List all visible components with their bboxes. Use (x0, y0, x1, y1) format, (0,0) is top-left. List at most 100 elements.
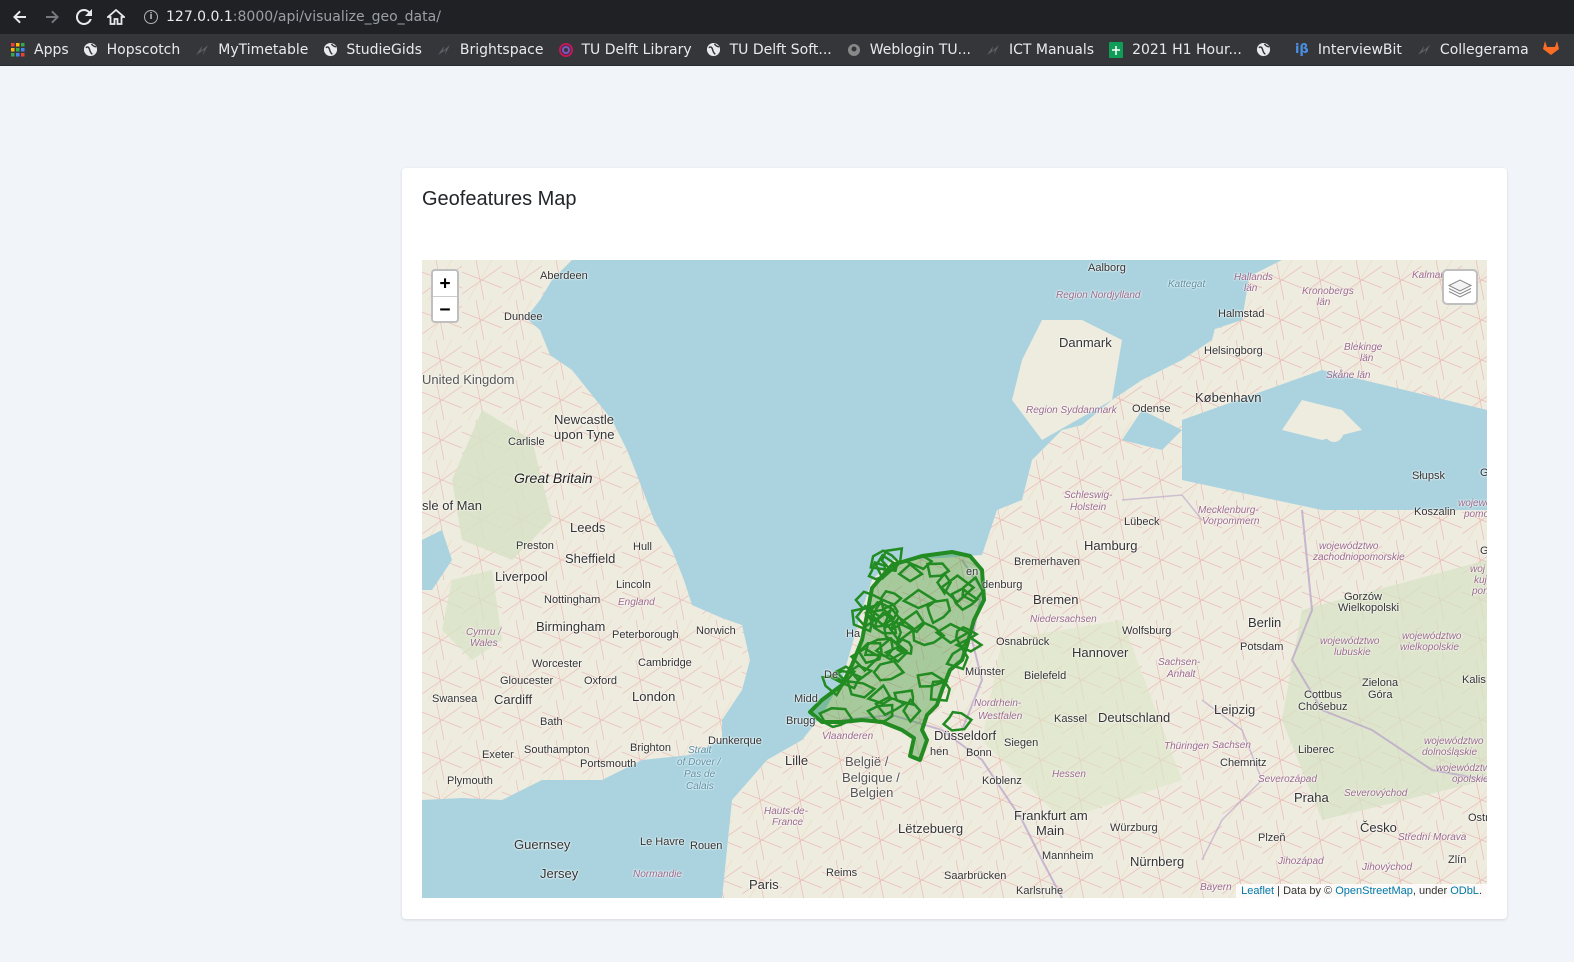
gitlab-icon[interactable] (1542, 40, 1559, 59)
map-label-westfalen: Westfalen (978, 711, 1023, 722)
back-button[interactable] (4, 0, 36, 34)
map-label-leeds: Leeds (570, 520, 606, 535)
map-label-lubeck: Lübeck (1124, 516, 1160, 528)
map-label-vorpommern: Vorpommern (1202, 516, 1260, 527)
map-label-london: London (632, 689, 676, 704)
address-bar[interactable]: i 127.0.0.1:8000/api/visualize_geo_data/ (144, 3, 441, 31)
map-label-southampton: Southampton (524, 744, 590, 756)
map-label-liverpool: Liverpool (495, 569, 548, 584)
bookmark-weblogin-tu[interactable]: Weblogin TU... (846, 42, 971, 58)
url-text[interactable]: 127.0.0.1:8000/api/visualize_geo_data/ (166, 9, 441, 25)
bookmark-interviewbit[interactable]: iβ InterviewBit (1294, 42, 1402, 58)
map-label-upon-tyne: upon Tyne (554, 427, 615, 442)
bookmark-ict-manuals[interactable]: ICT Manuals (985, 42, 1094, 58)
bookmark-label: Hopscotch (106, 41, 181, 58)
map-label-hessen: Hessen (1052, 769, 1086, 780)
map-label-belgique: Belgique / (842, 770, 900, 785)
bookmark-label: InterviewBit (1317, 41, 1402, 58)
map-label-brighton: Brighton (630, 742, 671, 754)
map-label-bielefeld: Bielefeld (1024, 670, 1067, 682)
map-label-lille: Lille (785, 753, 809, 768)
map-label-calais: Calais (686, 781, 714, 792)
map-label-g-edge2: G (1480, 545, 1487, 557)
map-label-odense: Odense (1132, 403, 1171, 415)
home-icon (107, 9, 125, 25)
map-label-belgie: België / (845, 754, 889, 769)
attribution-sep: | Data by © (1274, 885, 1336, 897)
map-label-karlsruhe: Karlsruhe (1016, 885, 1064, 897)
url-host: 127.0.0.1 (166, 9, 233, 25)
map-label-zielona: Zielona (1362, 677, 1399, 689)
map-label-preston: Preston (516, 540, 554, 552)
bookmark-label: TU Delft Soft... (729, 41, 832, 58)
leaflet-link[interactable]: Leaflet (1241, 885, 1274, 897)
map-card: Geofeatures Map Aberdeen Dundee United K… (402, 168, 1507, 919)
globe-icon (1256, 42, 1272, 58)
layers-control-button[interactable] (1442, 269, 1478, 305)
map-label-skane: Skåne län (1326, 370, 1371, 381)
map-label-lincoln: Lincoln (616, 579, 651, 591)
map-label-plzen: Plzeň (1258, 832, 1286, 844)
sheets-icon (1108, 41, 1124, 58)
bookmark-collegerama[interactable]: Collegerama (1416, 42, 1529, 58)
map-label-dolnoslaskie-1: województwo (1424, 736, 1484, 747)
reload-button[interactable] (68, 0, 100, 34)
layers-icon (1447, 279, 1473, 298)
bookmark-label: MyTimetable (218, 41, 309, 58)
tu-delft-icon (985, 42, 1001, 58)
bookmark-apps[interactable]: Apps (10, 42, 69, 58)
map-label-uk: United Kingdom (422, 372, 515, 387)
map-label-nottingham: Nottingham (544, 594, 601, 606)
map-label-belgien: Belgien (850, 785, 894, 800)
map-label-great-britain: Great Britain (514, 470, 593, 486)
map-label-jersey: Jersey (540, 866, 579, 881)
map-label-leipzig: Leipzig (1214, 702, 1256, 717)
zoom-out-button[interactable]: − (433, 296, 457, 321)
map-label-dunkerque: Dunkerque (708, 735, 762, 747)
map-label-paris: Paris (749, 877, 779, 892)
zoom-in-button[interactable]: + (433, 271, 457, 296)
map-label-frankfurt: Frankfurt am (1014, 808, 1088, 823)
map-label-blekinge: Blekinge (1344, 342, 1383, 353)
map-label-opolskie: opolskie (1452, 774, 1487, 785)
map-label-rouen: Rouen (690, 840, 723, 852)
info-icon[interactable]: i (144, 10, 158, 24)
odbl-link[interactable]: ODbL (1450, 885, 1479, 897)
bookmark-2021-h1-hour[interactable]: 2021 H1 Hour... (1108, 41, 1242, 58)
map-label-liberec: Liberec (1298, 744, 1335, 756)
map-label-wolfsburg: Wolfsburg (1122, 625, 1172, 637)
map-label-hallands: Hallands (1234, 272, 1273, 283)
map-label-kronobergs-lan: län (1317, 297, 1331, 308)
map-label-osnabruck: Osnabrück (996, 636, 1050, 648)
map-label-ostr: Ostr (1468, 812, 1487, 824)
tu-delft-icon (436, 42, 452, 58)
map-label-region-syddanmark: Region Syddanmark (1026, 405, 1117, 416)
bookmark-tu-delft-soft[interactable]: TU Delft Soft... (706, 42, 832, 58)
map-label-peterborough: Peterborough (612, 629, 679, 641)
bookmark-brightspace[interactable]: Brightspace (436, 42, 544, 58)
map-label-chosebuz: Chóśebuz (1298, 701, 1348, 713)
bookmark-label: ICT Manuals (1008, 41, 1095, 58)
map-label-aachen: hen (930, 746, 949, 758)
home-button[interactable] (100, 0, 132, 34)
leaflet-map[interactable]: Aberdeen Dundee United Kingdom Newcastle upo… (422, 260, 1487, 898)
map-label-kassel: Kassel (1054, 713, 1088, 725)
bookmark-unnamed[interactable] (1256, 42, 1280, 58)
map-label-severozapad: Severozápad (1258, 774, 1317, 785)
map-label-aalborg: Aalborg (1088, 262, 1126, 274)
map-label-opolskie-1: województwo (1436, 763, 1487, 774)
map-label-france: France (772, 817, 804, 828)
bookmark-mytimetable[interactable]: MyTimetable (194, 42, 308, 58)
bookmark-label: Weblogin TU... (869, 41, 971, 58)
forward-button[interactable] (36, 0, 68, 34)
map-label-deutschland: Deutschland (1098, 710, 1171, 725)
osm-link[interactable]: OpenStreetMap (1335, 885, 1413, 897)
bookmark-tu-delft-library[interactable]: TU Delft Library (558, 42, 692, 58)
map-label-cottbus: Cottbus (1304, 689, 1342, 701)
bookmark-label: Collegerama (1439, 41, 1529, 58)
map-label-koszalin: Koszalin (1414, 506, 1456, 518)
bookmark-studiegids[interactable]: StudieGids (322, 42, 422, 58)
bookmark-hopscotch[interactable]: Hopscotch (83, 41, 181, 58)
map-label-main: Main (1036, 823, 1065, 838)
map-label-praha: Praha (1294, 790, 1329, 805)
